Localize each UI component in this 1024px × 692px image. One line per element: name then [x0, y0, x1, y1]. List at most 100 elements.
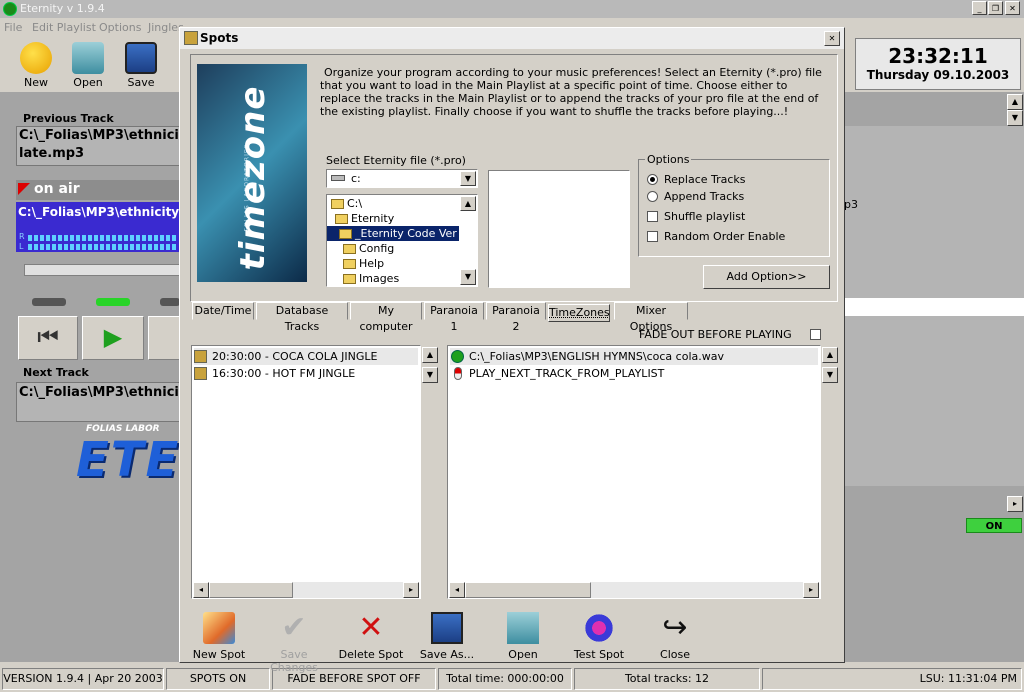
spots-scroll-right[interactable]: ▸: [403, 582, 419, 598]
items-scroll-right[interactable]: ▸: [803, 582, 819, 598]
open-spot-button[interactable]: Open: [488, 612, 558, 661]
new-spot-button[interactable]: New Spot: [184, 612, 254, 661]
spot-item-label: C:\_Folias\MP3\ENGLISH HYMNS\coca cola.w…: [469, 350, 724, 363]
tab-timezones[interactable]: TimeZones: [548, 304, 610, 322]
save-changes-button[interactable]: ✔ Save Changes: [259, 612, 329, 675]
app-icon: [3, 2, 17, 16]
minimize-button[interactable]: _: [972, 1, 987, 15]
main-toolbar: New Open Save: [0, 36, 180, 92]
fade-out-label: FADE OUT BEFORE PLAYING: [639, 328, 792, 341]
playlist-list[interactable]: p3: [843, 126, 1024, 486]
folder-list[interactable]: C:\ Eternity _Eternity Code Ver 2 Config Hel…: [326, 194, 478, 287]
drive-select[interactable]: c: ▼: [326, 169, 478, 188]
items-scroll-thumb[interactable]: [465, 582, 591, 598]
scroll-down-button[interactable]: ▼: [1007, 110, 1023, 126]
playlist-fragment: p3: [844, 198, 858, 211]
spots-list[interactable]: 20:30:00 - COCA COLA JINGLE 16:30:00 - H…: [191, 345, 421, 599]
spot-row[interactable]: 16:30:00 - HOT FM JINGLE: [194, 365, 418, 382]
file-list[interactable]: [488, 170, 630, 288]
status-version: VERSION 1.9.4 | Apr 20 2003: [2, 668, 164, 690]
items-scroll-up[interactable]: ▲: [822, 347, 838, 363]
timezone-logo-text: timezone: [233, 85, 273, 271]
scroll-right-button[interactable]: ▸: [1007, 496, 1023, 512]
close-label: Close: [660, 648, 690, 661]
playlist-panel: ▲ ▼ p3 ▸ ON: [843, 92, 1024, 662]
fade-out-checkbox[interactable]: [810, 329, 821, 340]
replace-tracks-radio[interactable]: [647, 174, 658, 185]
spot-item-row[interactable]: C:\_Folias\MP3\ENGLISH HYMNS\coca cola.w…: [450, 348, 818, 365]
previous-track-line2: late.mp3: [19, 146, 85, 161]
meter-l-label: L: [19, 242, 24, 251]
previous-track-box: C:\_Folias\MP3\ethnicit late.mp3: [16, 126, 180, 166]
status-led-3: [160, 298, 180, 306]
menu-edit-playlist[interactable]: Edit Playlist: [32, 21, 96, 34]
delete-spot-button[interactable]: ✕ Delete Spot: [336, 612, 406, 662]
folder-open-icon: [507, 612, 539, 644]
level-meter-r: [28, 235, 178, 241]
drive-dropdown-arrow[interactable]: ▼: [460, 171, 476, 186]
menu-options[interactable]: Options: [99, 21, 141, 34]
save-button[interactable]: Save: [117, 42, 165, 89]
next-track-label: Next Track: [23, 366, 89, 379]
previous-track-line1: C:\_Folias\MP3\ethnicit: [19, 128, 180, 143]
test-spot-button[interactable]: Test Spot: [564, 612, 634, 661]
spots-hscroll[interactable]: ◂ ▸: [193, 582, 419, 598]
spots-scroll-up[interactable]: ▲: [422, 347, 438, 363]
items-scroll-down[interactable]: ▼: [822, 367, 838, 383]
next-button[interactable]: [148, 316, 180, 360]
folder-name: C:\: [347, 197, 363, 210]
folder-icon: [331, 199, 344, 209]
status-led-2: [96, 298, 130, 306]
folder-scroll-up[interactable]: ▲: [460, 196, 476, 211]
on-air-label: on air: [34, 181, 80, 197]
items-hscroll[interactable]: ◂ ▸: [449, 582, 819, 598]
tab-mixer-options[interactable]: Mixer Options: [614, 302, 688, 333]
spots-scroll-thumb[interactable]: [209, 582, 293, 598]
on-badge: ON: [966, 518, 1022, 533]
spot-items-list[interactable]: C:\_Folias\MP3\ENGLISH HYMNS\coca cola.w…: [447, 345, 821, 599]
append-tracks-radio[interactable]: [647, 191, 658, 202]
close-window-button[interactable]: ✕: [1005, 1, 1020, 15]
spots-title-icon: [184, 31, 198, 45]
folder-item[interactable]: Help: [327, 256, 459, 271]
tab-paranoia-2[interactable]: Paranoia 2: [486, 302, 546, 333]
smiley-icon: [20, 42, 52, 74]
previous-button[interactable]: ⏮: [18, 316, 78, 360]
spot-item-label: PLAY_NEXT_TRACK_FROM_PLAYLIST: [469, 367, 665, 380]
save-as-button[interactable]: Save As...: [412, 612, 482, 661]
dialog-close-button[interactable]: ✕: [824, 31, 840, 46]
tab-date-time[interactable]: Date/Time: [192, 302, 254, 320]
dialog-title-bar: Spots ✕: [180, 28, 844, 49]
folder-item[interactable]: _Eternity Code Ver 2: [327, 226, 467, 241]
gears-icon: [583, 612, 615, 644]
maximize-button[interactable]: ❐: [988, 1, 1003, 15]
open-button[interactable]: Open: [64, 42, 112, 89]
folder-item[interactable]: Eternity: [327, 211, 459, 226]
open-label: Open: [73, 76, 103, 89]
spots-scroll-left[interactable]: ◂: [193, 582, 209, 598]
save-as-label: Save As...: [419, 648, 475, 661]
tab-paranoia-1[interactable]: Paranoia 1: [424, 302, 484, 333]
folder-item[interactable]: C:\: [327, 196, 459, 211]
spots-scroll-down[interactable]: ▼: [422, 367, 438, 383]
spot-item-row[interactable]: PLAY_NEXT_TRACK_FROM_PLAYLIST: [450, 365, 818, 382]
spot-row[interactable]: 20:30:00 - COCA COLA JINGLE: [194, 348, 418, 365]
menu-file[interactable]: File: [4, 21, 22, 34]
dialog-description: Organize your program according to your …: [320, 66, 822, 118]
close-button[interactable]: ↪ Close: [640, 612, 710, 662]
folder-scroll-down[interactable]: ▼: [460, 269, 476, 285]
folder-item[interactable]: Config: [327, 241, 459, 256]
scroll-up-button[interactable]: ▲: [1007, 94, 1023, 110]
tab-database-tracks[interactable]: Database Tracks: [256, 302, 348, 333]
items-scroll-left[interactable]: ◂: [449, 582, 465, 598]
shuffle-checkbox[interactable]: [647, 211, 658, 222]
random-order-checkbox[interactable]: [647, 231, 658, 242]
floppy-icon: [125, 42, 157, 74]
new-button[interactable]: New: [12, 42, 60, 89]
folder-icon: [343, 244, 356, 254]
add-option-button[interactable]: Add Option>>: [703, 265, 830, 289]
folder-item[interactable]: Images: [327, 271, 459, 286]
position-slider[interactable]: [24, 264, 180, 276]
tab-my-computer[interactable]: My computer: [350, 302, 422, 333]
play-button[interactable]: ▶: [82, 316, 144, 360]
